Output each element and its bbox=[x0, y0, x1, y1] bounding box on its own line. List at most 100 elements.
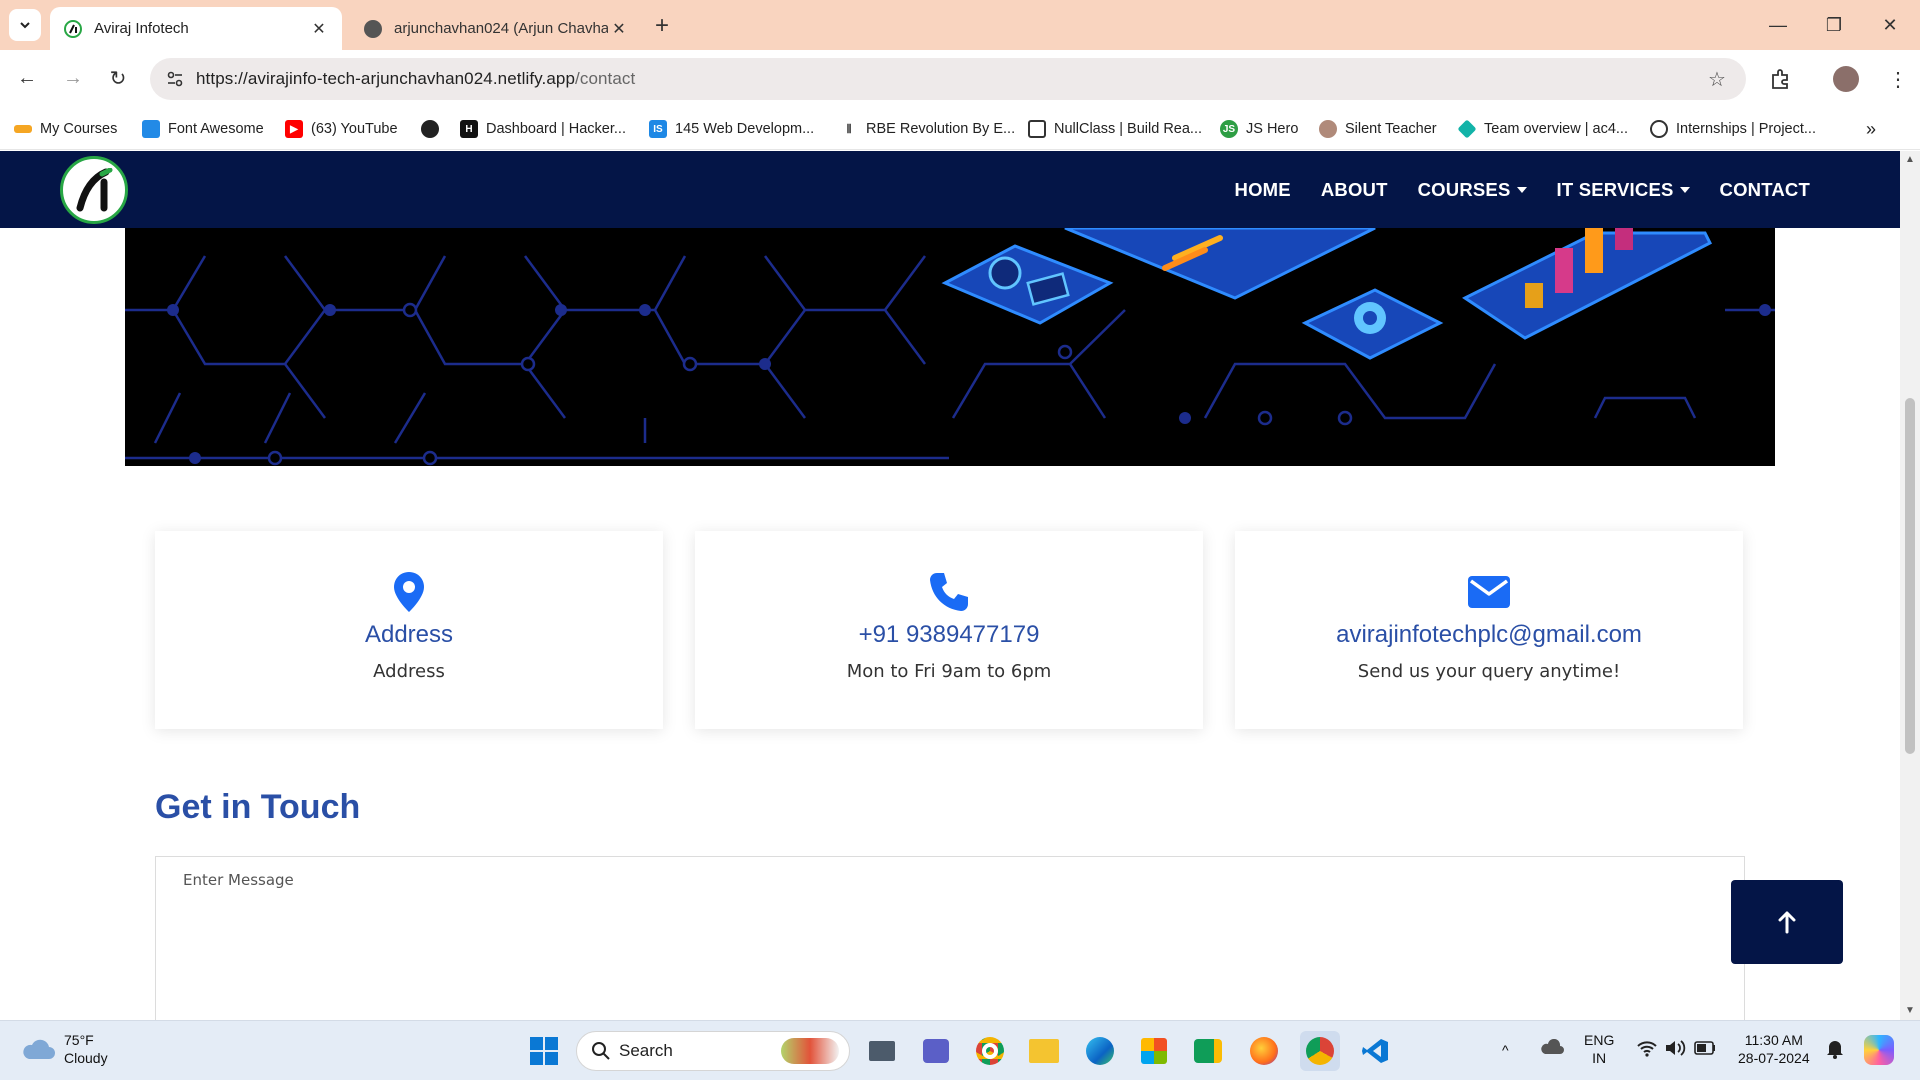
search-icon bbox=[592, 1042, 610, 1060]
bookmark-web-dev[interactable]: IS 145 Web Developm... bbox=[649, 117, 814, 141]
microsoft-store-icon[interactable] bbox=[1134, 1031, 1174, 1071]
menu-kebab-icon[interactable]: ⋮ bbox=[1882, 63, 1914, 95]
task-view-icon[interactable] bbox=[862, 1031, 902, 1071]
address-card: Address Address bbox=[155, 531, 663, 729]
scrollbar-thumb[interactable] bbox=[1905, 398, 1915, 754]
github-icon bbox=[364, 19, 382, 38]
url-path: /contact bbox=[575, 69, 636, 88]
scroll-up-icon[interactable]: ▲ bbox=[1905, 155, 1915, 165]
site-navbar: HOME ABOUT COURSES IT SERVICES CONTACT bbox=[0, 151, 1900, 228]
bookmark-silent-teacher[interactable]: Silent Teacher bbox=[1319, 117, 1437, 141]
bookmark-rbe[interactable]: ⫼ RBE Revolution By E... bbox=[840, 117, 1015, 141]
bookmark-font-awesome[interactable]: Font Awesome bbox=[142, 117, 264, 141]
taskbar-search[interactable]: Search bbox=[576, 1031, 850, 1071]
bookmark-internships[interactable]: Internships | Project... bbox=[1650, 117, 1816, 141]
site-logo[interactable] bbox=[60, 156, 128, 224]
page-scrollbar[interactable]: ▲ ▼ bbox=[1900, 151, 1920, 1020]
nav-contact[interactable]: CONTACT bbox=[1720, 179, 1810, 201]
reload-icon[interactable]: ↻ bbox=[103, 63, 133, 93]
extensions-icon[interactable] bbox=[1764, 63, 1796, 95]
profile-avatar[interactable] bbox=[1830, 63, 1862, 95]
email-link[interactable]: avirajinfotechplc@gmail.com bbox=[1235, 621, 1743, 649]
nav-it-services-dropdown[interactable]: IT SERVICES bbox=[1557, 179, 1690, 201]
onedrive-cloud-icon[interactable] bbox=[1540, 1038, 1564, 1059]
card-subtitle: Send us your query anytime! bbox=[1357, 661, 1621, 682]
minimize-icon[interactable]: — bbox=[1758, 10, 1798, 40]
close-tab-icon[interactable]: ✕ bbox=[608, 18, 630, 40]
phone-number-link[interactable]: +91 9389477179 bbox=[695, 621, 1203, 649]
firefox-icon[interactable] bbox=[1244, 1031, 1284, 1071]
clock[interactable]: 11:30 AM 28-07-2024 bbox=[1738, 1031, 1810, 1067]
phone-icon bbox=[926, 569, 972, 615]
address-bar[interactable]: https://avirajinfo-tech-arjunchavhan024.… bbox=[150, 58, 1746, 100]
back-to-top-button[interactable] bbox=[1731, 880, 1843, 964]
courses-icon bbox=[14, 125, 32, 133]
diamond-icon bbox=[1457, 119, 1477, 139]
close-tab-icon[interactable]: ✕ bbox=[308, 18, 330, 40]
flag-icon bbox=[142, 120, 160, 138]
message-textarea[interactable]: Enter Message bbox=[155, 856, 1745, 1020]
volume-icon[interactable] bbox=[1664, 1039, 1686, 1061]
tab-aviraj[interactable]: Aviraj Infotech ✕ bbox=[50, 7, 342, 50]
wifi-icon[interactable] bbox=[1636, 1039, 1658, 1061]
copilot-icon[interactable] bbox=[1864, 1035, 1894, 1065]
chart-icon: ⫼ bbox=[846, 123, 852, 135]
cloud-icon bbox=[23, 1039, 55, 1059]
lang-line-2: IN bbox=[1592, 1050, 1607, 1066]
search-label: Search bbox=[619, 1041, 673, 1060]
chrome-profile-icon[interactable] bbox=[1300, 1031, 1340, 1071]
teams-icon[interactable] bbox=[916, 1031, 956, 1071]
youtube-icon: ▶ bbox=[285, 120, 303, 138]
message-placeholder: Enter Message bbox=[183, 871, 294, 889]
chrome-icon[interactable] bbox=[970, 1031, 1010, 1071]
windows-start-icon[interactable] bbox=[524, 1031, 564, 1071]
show-hidden-icons-chevron[interactable]: ^ bbox=[1502, 1041, 1509, 1059]
meet-icon[interactable] bbox=[1188, 1031, 1228, 1071]
language-indicator[interactable]: ENG IN bbox=[1584, 1031, 1614, 1067]
clock-date: 28-07-2024 bbox=[1738, 1050, 1810, 1066]
nav-label: CONTACT bbox=[1719, 178, 1810, 200]
nullclass-icon bbox=[1028, 120, 1046, 138]
bookmark-label: Silent Teacher bbox=[1345, 121, 1437, 137]
weather-desc: Cloudy bbox=[64, 1050, 108, 1066]
nav-label: IT SERVICES bbox=[1556, 178, 1674, 200]
bookmark-star-icon[interactable]: ☆ bbox=[1702, 64, 1732, 94]
back-arrow-icon[interactable]: ← bbox=[12, 63, 42, 93]
restore-icon[interactable]: ❐ bbox=[1814, 10, 1854, 40]
bookmark-youtube[interactable]: ▶ (63) YouTube bbox=[285, 117, 398, 141]
new-tab-button[interactable]: + bbox=[648, 12, 676, 40]
notification-bell-icon[interactable] bbox=[1826, 1039, 1844, 1063]
nav-courses-dropdown[interactable]: COURSES bbox=[1418, 179, 1527, 201]
bookmark-nullclass[interactable]: NullClass | Build Rea... bbox=[1028, 117, 1202, 141]
bookmark-label: NullClass | Build Rea... bbox=[1054, 121, 1203, 137]
tab-title: arjunchavhan024 (Arjun Chavhan bbox=[394, 20, 608, 37]
bookmark-globe[interactable] bbox=[421, 117, 447, 141]
more-bookmarks-icon[interactable]: » bbox=[1866, 117, 1876, 141]
nav-label: ABOUT bbox=[1320, 178, 1388, 200]
is-icon: IS bbox=[649, 120, 667, 138]
lang-line-1: ENG bbox=[1584, 1032, 1615, 1048]
search-highlight-icon bbox=[781, 1038, 839, 1064]
bookmark-team-overview[interactable]: Team overview | ac4... bbox=[1457, 117, 1628, 141]
tab-search-button[interactable] bbox=[9, 9, 41, 41]
file-explorer-icon[interactable] bbox=[1024, 1031, 1064, 1071]
weather-widget[interactable]: 75°F Cloudy bbox=[20, 1031, 108, 1067]
vscode-icon[interactable] bbox=[1355, 1031, 1395, 1071]
caret-down-icon bbox=[1679, 186, 1690, 193]
bookmark-js-hero[interactable]: JS JS Hero bbox=[1220, 117, 1298, 141]
forward-arrow-icon[interactable]: → bbox=[58, 63, 88, 93]
bookmark-hackerrank[interactable]: H Dashboard | Hacker... bbox=[460, 117, 626, 141]
card-subtitle: Address bbox=[373, 661, 445, 682]
nav-home[interactable]: HOME bbox=[1235, 179, 1291, 201]
edge-icon[interactable] bbox=[1080, 1031, 1120, 1071]
scroll-down-icon[interactable]: ▼ bbox=[1905, 1006, 1915, 1016]
nav-about[interactable]: ABOUT bbox=[1321, 179, 1388, 201]
nav-label: HOME bbox=[1234, 178, 1291, 200]
bookmark-label: Team overview | ac4... bbox=[1484, 121, 1628, 137]
js-hero-icon: JS bbox=[1220, 120, 1238, 138]
close-window-icon[interactable]: ✕ bbox=[1870, 10, 1910, 40]
site-info-icon[interactable] bbox=[164, 68, 186, 90]
bookmark-my-courses[interactable]: My Courses bbox=[14, 117, 117, 141]
battery-icon[interactable] bbox=[1694, 1041, 1716, 1059]
tab-github[interactable]: arjunchavhan024 (Arjun Chavhan ✕ bbox=[350, 7, 642, 50]
